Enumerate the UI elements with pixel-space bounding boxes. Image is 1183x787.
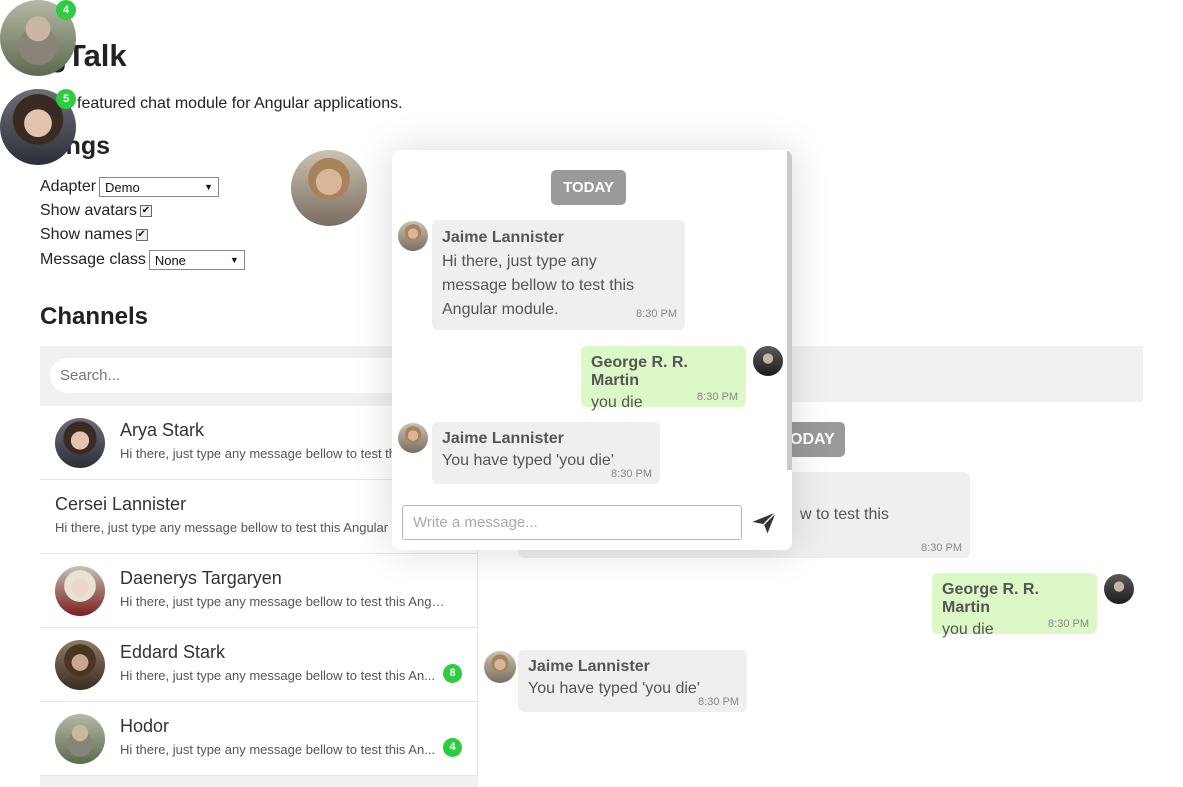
daenerys-avatar-icon xyxy=(55,566,105,616)
message-sender: Jaime Lannister xyxy=(528,658,650,675)
message-class-setting: Message class None ▼ xyxy=(40,250,245,270)
george-avatar-icon xyxy=(753,346,783,376)
friend-item-eddard-stark[interactable]: Eddard Stark Hi there, just type any mes… xyxy=(40,628,478,702)
message-sender: Jaime Lannister xyxy=(442,229,564,246)
floating-jaime-avatar[interactable] xyxy=(291,150,367,226)
channels-heading: Channels xyxy=(40,303,149,330)
message-time: 8:30 PM xyxy=(697,391,738,403)
message-time: 8:30 PM xyxy=(1048,618,1089,630)
jaime-avatar-icon xyxy=(398,423,428,453)
message-bubble: Jaime Lannister You have typed 'you die'… xyxy=(518,650,747,712)
message-text: w to test this xyxy=(800,506,889,523)
message-sender: George R. R. Martin xyxy=(942,581,1039,616)
page-subtitle: featured chat module for Angular applica… xyxy=(77,95,403,112)
adapter-setting: Adapter Demo ▼ xyxy=(40,177,220,197)
message-sender: George R. R. Martin xyxy=(591,354,688,389)
message-class-select-value: None xyxy=(154,252,186,268)
show-avatars-checkbox[interactable]: ✔ xyxy=(139,205,152,217)
message-time: 8:30 PM xyxy=(698,696,739,708)
message-text: Hi there, just type any message bellow t… xyxy=(442,253,635,318)
message-class-select[interactable]: None ▼ xyxy=(148,250,245,270)
unread-count-badge: 4 xyxy=(443,738,462,757)
adapter-label: Adapter xyxy=(40,178,97,195)
scrollbar[interactable] xyxy=(787,150,792,470)
jaime-avatar-icon xyxy=(484,651,516,683)
show-avatars-label: Show avatars xyxy=(40,202,137,219)
show-avatars-setting: Show avatars ✔ xyxy=(40,202,152,220)
message-bubble-own: George R. R. Martin you die 8:30 PM xyxy=(932,573,1097,638)
message-bubble-own: George R. R. Martin you die 8:30 PM xyxy=(581,346,746,411)
friend-name: Daenerys Targaryen xyxy=(120,568,282,588)
friend-item-hodor[interactable]: Hodor Hi there, just type any message be… xyxy=(40,702,478,776)
chat-window-popup: TODAY Jaime Lannister Hi there, just typ… xyxy=(392,150,792,550)
friend-name: Cersei Lannister xyxy=(55,494,187,514)
friend-name: Hodor xyxy=(120,716,170,736)
message-bubble: Jaime Lannister You have typed 'you die'… xyxy=(432,422,660,484)
unread-count-badge: 4 xyxy=(56,0,76,20)
message-input[interactable]: Write a message... xyxy=(402,505,742,540)
paper-plane-icon[interactable] xyxy=(750,509,778,537)
message-time: 8:30 PM xyxy=(921,542,962,554)
unread-count-badge: 8 xyxy=(443,664,462,683)
message-class-label: Message class xyxy=(40,251,146,268)
jaime-avatar-icon xyxy=(398,221,428,251)
show-names-setting: Show names ✔ xyxy=(40,226,148,244)
friend-name: Arya Stark xyxy=(120,420,205,440)
eddard-avatar-icon xyxy=(55,640,105,690)
george-avatar-icon xyxy=(1104,574,1134,604)
arya-avatar-icon xyxy=(55,418,105,468)
date-separator: TODAY xyxy=(551,170,626,205)
adapter-select-value: Demo xyxy=(105,179,140,195)
message-time: 8:30 PM xyxy=(611,468,652,480)
message-bubble: Jaime Lannister Hi there, just type any … xyxy=(432,220,685,330)
friend-last-message: Hi there, just type any message bellow t… xyxy=(120,742,436,757)
show-names-checkbox[interactable]: ✔ xyxy=(135,229,148,241)
message-time: 8:30 PM xyxy=(636,308,677,320)
friend-last-message: Hi there, just type any message bellow t… xyxy=(120,594,450,609)
friend-last-message: Hi there, just type any message bellow t… xyxy=(120,668,436,683)
adapter-select[interactable]: Demo ▼ xyxy=(99,177,220,197)
chevron-down-icon: ▼ xyxy=(204,182,214,192)
unread-count-badge: 5 xyxy=(56,89,76,109)
hodor-avatar-icon xyxy=(55,714,105,764)
chevron-down-icon: ▼ xyxy=(229,255,239,265)
message-sender: Jaime Lannister xyxy=(442,430,564,447)
friend-name: Eddard Stark xyxy=(120,642,226,662)
show-names-label: Show names xyxy=(40,226,133,243)
date-separator: ODAY xyxy=(788,422,845,457)
friend-item-daenerys-targaryen[interactable]: Daenerys Targaryen Hi there, just type a… xyxy=(40,554,478,628)
friends-search-input[interactable] xyxy=(50,358,410,393)
friend-last-message: Hi there, just type any message bellow t… xyxy=(55,520,389,535)
